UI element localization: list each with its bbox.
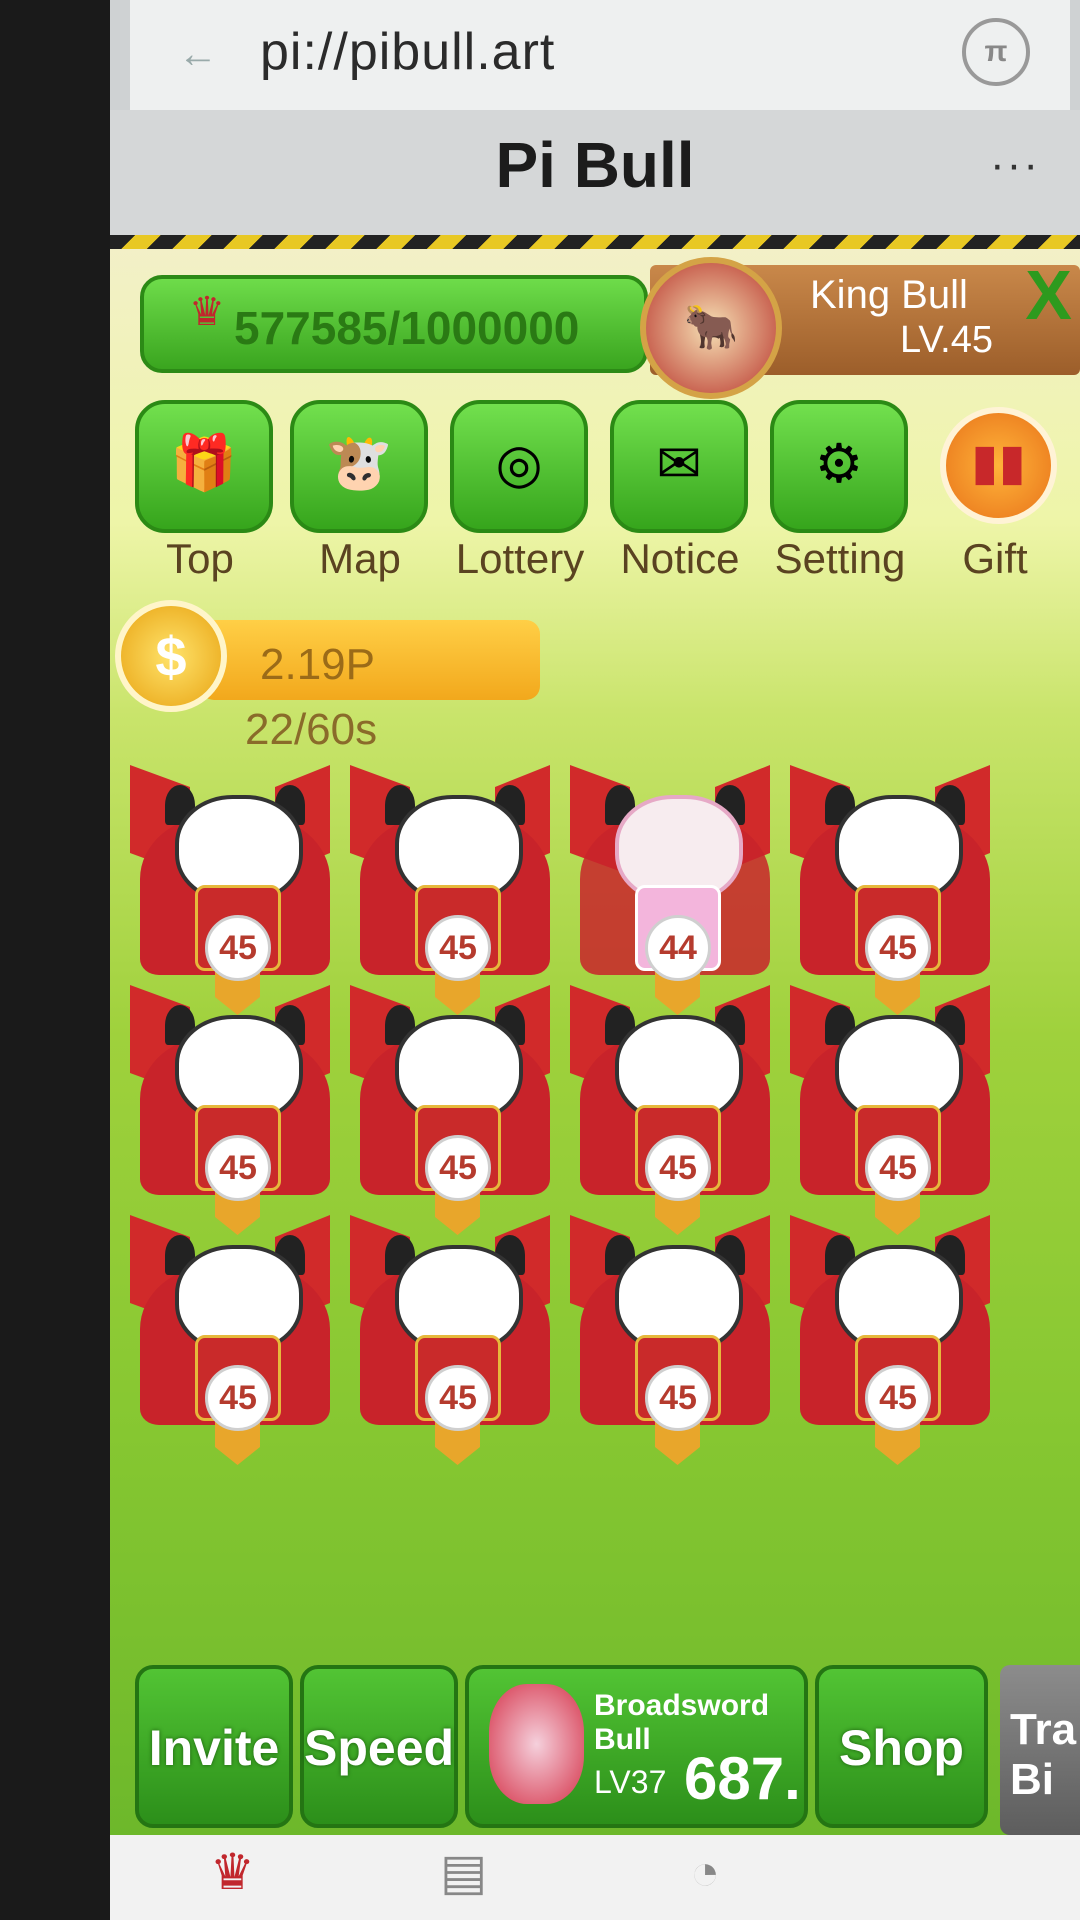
earnings-timer: 22/60s	[245, 705, 378, 754]
earnings-rate: 2.19P	[260, 640, 375, 689]
bull-slot[interactable]: 45	[340, 1205, 570, 1465]
bottom-tab-bar: ♛ ▤ ◔	[110, 1835, 1080, 1920]
gear-icon: ⚙	[814, 434, 864, 494]
bull-price: 687.	[684, 1745, 801, 1812]
speed-button[interactable]: Speed	[300, 1665, 458, 1828]
tab-home-icon[interactable]: ♛	[210, 1843, 255, 1901]
address-bar[interactable]: ← pi://pibull.art π	[130, 0, 1070, 112]
bull-level-badge: 45	[425, 1135, 491, 1201]
game-area: ♛ 577585/1000000 🐂 King Bull LV.45 X 🎁 🐮…	[110, 235, 1080, 1835]
bull-slot[interactable]: 45	[560, 975, 790, 1235]
hazard-stripe	[110, 235, 1080, 249]
shop-label: Shop	[839, 1720, 964, 1776]
url-text[interactable]: pi://pibull.art	[260, 22, 555, 82]
avatar[interactable]: 🐂	[640, 257, 782, 399]
page-title: Pi Bull	[495, 129, 695, 201]
more-menu-icon[interactable]: ···	[990, 140, 1040, 190]
map-icon: 🐮	[325, 433, 393, 493]
bull-level-badge: 45	[425, 1365, 491, 1431]
coin-icon: $	[115, 600, 227, 712]
shop-button[interactable]: Shop	[815, 1665, 988, 1828]
bull-level-badge: 45	[425, 915, 491, 981]
tab-medal-icon[interactable]: ◔	[690, 1843, 720, 1901]
trophy-icon: 🎁	[170, 433, 238, 493]
setting-label: Setting	[774, 535, 906, 582]
mail-icon: ✉	[656, 434, 702, 494]
bull-head-icon: ♛	[189, 290, 225, 334]
bull-level-badge: 45	[645, 1135, 711, 1201]
wheel-icon: ◎	[495, 434, 543, 494]
invite-label: Invite	[148, 1720, 280, 1776]
bull-level: LV37	[594, 1764, 667, 1800]
exp-bar: ♛ 577585/1000000	[140, 275, 648, 373]
pi-browser-icon[interactable]: π	[962, 18, 1030, 86]
lottery-label: Lottery	[455, 535, 585, 582]
king-bull-icon: 🐂	[683, 303, 739, 352]
phone-screen: ← pi://pibull.art π Pi Bull ··· ♛ 577585…	[110, 0, 1080, 1920]
gift-icon: ▮▮	[970, 434, 1027, 490]
tab-chest-icon[interactable]: ▤	[440, 1843, 487, 1901]
bull-level-badge: 44	[645, 915, 711, 981]
bull-slot[interactable]: 45	[120, 1205, 350, 1465]
map-button[interactable]: 🐮	[290, 400, 428, 533]
player-level: LV.45	[900, 319, 993, 361]
gift-button[interactable]: ▮▮	[940, 407, 1057, 524]
bull-slot[interactable]: 45	[340, 975, 570, 1235]
bull-level-badge: 45	[205, 1135, 271, 1201]
bull-level-badge: 45	[205, 1365, 271, 1431]
bull-level-badge: 45	[865, 1135, 931, 1201]
bull-slot[interactable]: 45	[560, 1205, 790, 1465]
notice-button[interactable]: ✉	[610, 400, 748, 533]
bull-level-badge: 45	[205, 915, 271, 981]
top-button[interactable]: 🎁	[135, 400, 273, 533]
setting-button[interactable]: ⚙	[770, 400, 908, 533]
bull-level-badge: 45	[865, 915, 931, 981]
buy-bull-button[interactable]: Broadsword Bull LV37 687.	[465, 1665, 808, 1828]
back-arrow-icon[interactable]: ←	[178, 32, 218, 77]
close-icon[interactable]: X	[1025, 255, 1072, 335]
bull-level-badge: 45	[865, 1365, 931, 1431]
gift-label: Gift	[962, 535, 1028, 582]
bull-slot[interactable]: 45	[780, 975, 1010, 1235]
trash-label: Tra Bi	[1010, 1705, 1077, 1804]
lottery-button[interactable]: ◎	[450, 400, 588, 533]
player-name: King Bull	[810, 273, 968, 317]
trash-bin[interactable]: Tra Bi	[1000, 1665, 1080, 1835]
title-bar: Pi Bull ···	[110, 110, 1080, 235]
bull-level-badge: 45	[645, 1365, 711, 1431]
map-label: Map	[319, 535, 401, 582]
bull-slot[interactable]: 45	[120, 975, 350, 1235]
exp-text: 577585/1000000	[234, 302, 580, 354]
bull-slot[interactable]: 45	[780, 1205, 1010, 1465]
top-label: Top	[166, 535, 234, 582]
notice-label: Notice	[620, 535, 740, 582]
broadsword-bull-icon	[489, 1684, 584, 1804]
speed-label: Speed	[304, 1720, 455, 1776]
invite-button[interactable]: Invite	[135, 1665, 293, 1828]
